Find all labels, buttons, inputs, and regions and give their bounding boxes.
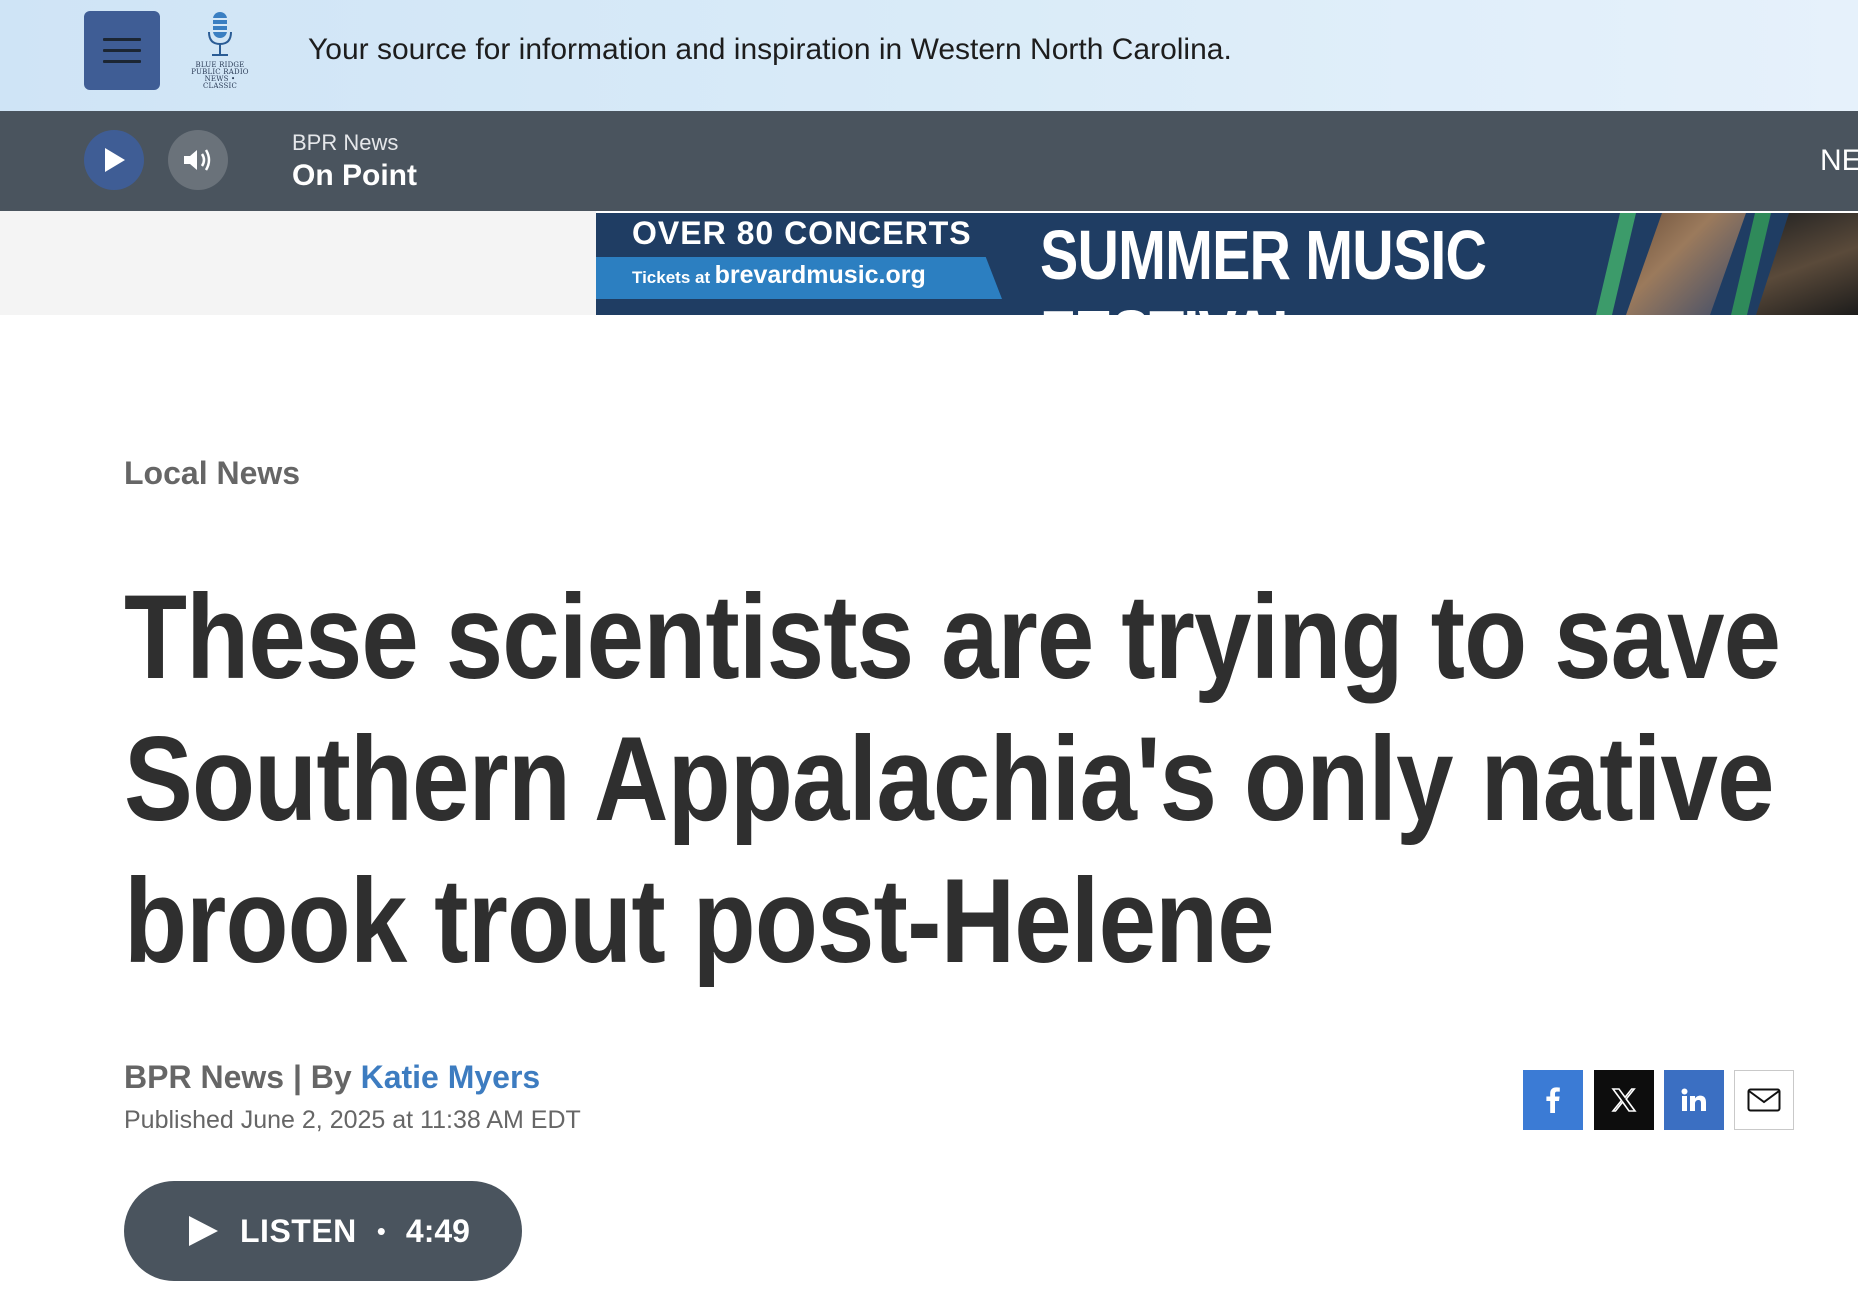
audio-player-bar: BPR News On Point NE bbox=[0, 111, 1858, 211]
ad-conductor-photo bbox=[1756, 213, 1858, 315]
x-icon bbox=[1611, 1088, 1637, 1112]
ad-headline: OVER 80 CONCERTS bbox=[632, 215, 972, 251]
site-tagline: Your source for information and inspirat… bbox=[308, 33, 1232, 66]
listen-duration: 4:49 bbox=[405, 1212, 470, 1249]
site-header: BLUE RIDGE PUBLIC RADIO NEWS • CLASSIC Y… bbox=[0, 0, 1858, 111]
headline-line: Southern Appalachia's only native bbox=[124, 712, 1774, 846]
menu-button[interactable] bbox=[84, 11, 160, 90]
ad-tickets-prefix: Tickets at bbox=[632, 268, 711, 287]
hamburger-line bbox=[103, 60, 141, 63]
player-right-label[interactable]: NE bbox=[1820, 144, 1858, 178]
hamburger-line bbox=[103, 49, 141, 52]
listen-button[interactable]: LISTEN • 4:49 bbox=[124, 1181, 522, 1281]
ad-banner[interactable]: OVER 80 CONCERTS Tickets at brevardmusic… bbox=[596, 213, 1858, 315]
share-x-button[interactable] bbox=[1594, 1070, 1654, 1130]
linkedin-icon bbox=[1681, 1088, 1706, 1111]
facebook-icon bbox=[1546, 1087, 1560, 1113]
play-icon bbox=[105, 148, 125, 172]
headline-line: brook trout post-Helene bbox=[124, 854, 1275, 988]
share-facebook-button[interactable] bbox=[1523, 1070, 1583, 1130]
speaker-icon bbox=[184, 149, 211, 171]
play-icon bbox=[189, 1216, 218, 1246]
microphone-logo-icon bbox=[208, 12, 232, 56]
player-program-name[interactable]: On Point bbox=[292, 159, 417, 193]
logo-text: BLUE RIDGE PUBLIC RADIO NEWS • CLASSIC bbox=[191, 61, 249, 90]
author-link[interactable]: Katie Myers bbox=[361, 1059, 541, 1095]
byline-prefix: BPR News | By bbox=[124, 1059, 352, 1095]
share-linkedin-button[interactable] bbox=[1664, 1070, 1724, 1130]
article-headline: These scientists are trying to save Sout… bbox=[124, 566, 1824, 992]
listen-separator: • bbox=[376, 1215, 386, 1246]
share-email-button[interactable] bbox=[1734, 1070, 1794, 1130]
ad-row-background bbox=[0, 211, 596, 315]
published-date: Published June 2, 2025 at 11:38 AM EDT bbox=[124, 1106, 581, 1134]
hamburger-line bbox=[103, 38, 141, 41]
email-icon bbox=[1747, 1088, 1781, 1112]
headline-line: These scientists are trying to save bbox=[124, 570, 1781, 704]
listen-label: LISTEN bbox=[240, 1212, 357, 1249]
article-byline: BPR News | By Katie Myers bbox=[124, 1059, 540, 1096]
ad-tickets-site: brevardmusic.org bbox=[714, 261, 926, 289]
volume-button[interactable] bbox=[168, 130, 228, 190]
article-category-link[interactable]: Local News bbox=[124, 455, 300, 492]
play-button[interactable] bbox=[84, 130, 144, 190]
player-station-name: BPR News bbox=[292, 130, 399, 155]
site-logo[interactable]: BLUE RIDGE PUBLIC RADIO NEWS • CLASSIC bbox=[187, 10, 253, 90]
ad-tickets-text: Tickets at brevardmusic.org bbox=[632, 261, 926, 290]
